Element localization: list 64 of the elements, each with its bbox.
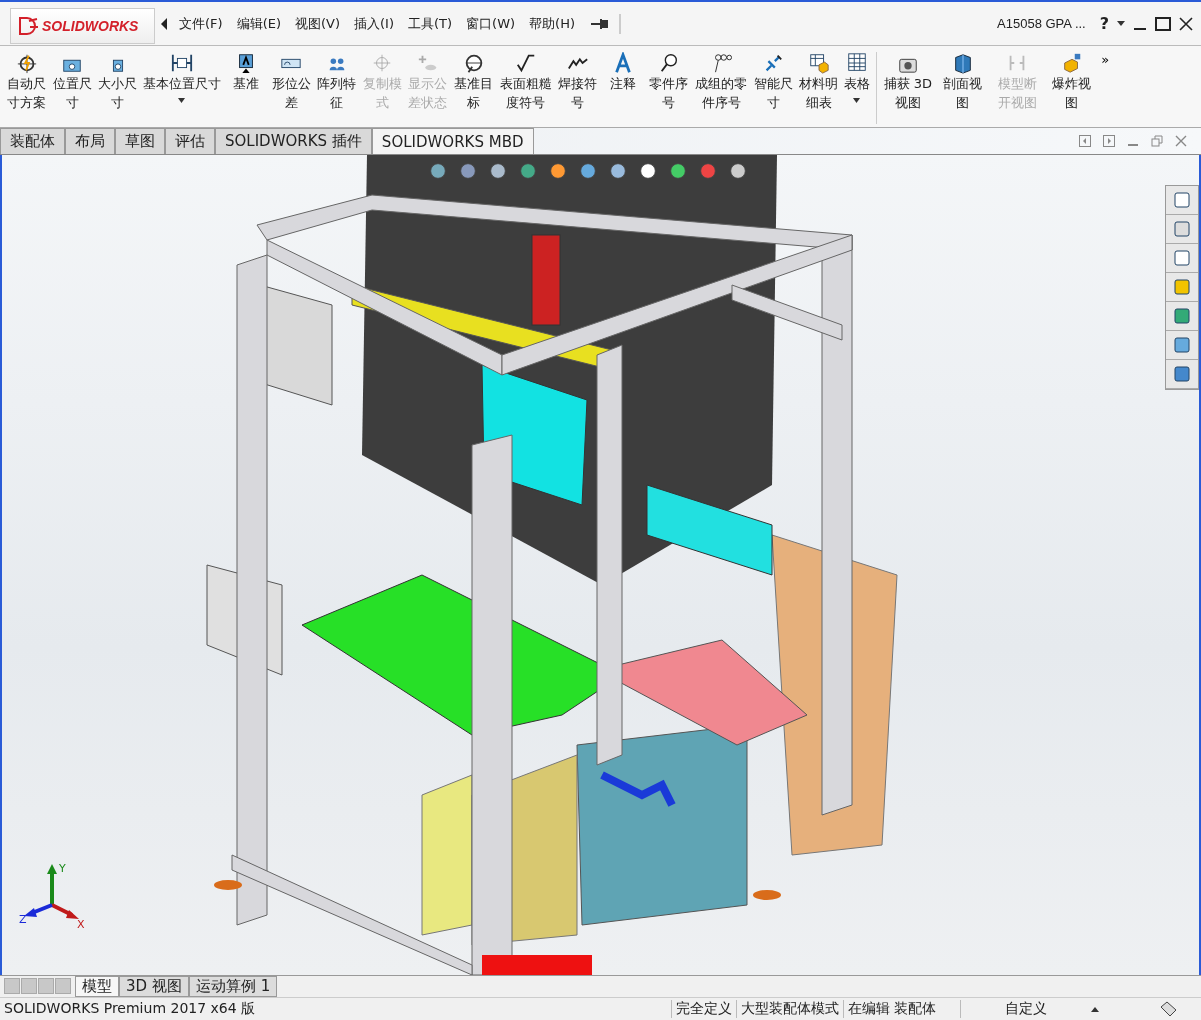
ribbon-button[interactable]: 基准 [222, 52, 269, 93]
status-item: 大型装配体模式 [735, 1000, 843, 1018]
ribbon-button[interactable]: 注释 [600, 52, 647, 93]
command-tab[interactable]: SOLIDWORKS MBD [371, 128, 534, 154]
maximize-icon[interactable] [1155, 16, 1171, 31]
logo-text: SOLIDWORKS [42, 17, 139, 34]
axis-triad-drawing: Y Z X [17, 860, 87, 930]
tool-icon [807, 52, 830, 74]
command-tab[interactable]: 草图 [115, 128, 165, 154]
ribbon-button[interactable]: 基本位置尺寸 [140, 52, 223, 103]
dropdown-caret-icon[interactable] [1117, 20, 1125, 27]
app-logo[interactable]: SOLIDWORKS [10, 7, 155, 44]
ribbon-button[interactable]: 基准目标 [450, 52, 497, 112]
menu-item[interactable]: 工具(T) [402, 11, 459, 36]
ribbon-button[interactable]: 表面粗糙度符号 [496, 52, 555, 112]
close-icon[interactable] [1179, 16, 1193, 31]
caret-icon[interactable] [178, 98, 186, 103]
menu-item[interactable]: 文件(F) [173, 11, 229, 36]
pin-icon[interactable] [589, 13, 622, 34]
tag-icon[interactable] [1159, 1001, 1177, 1017]
status-item: 在编辑 装配体 [842, 1000, 940, 1018]
units-selector[interactable]: 自定义 [960, 1000, 1091, 1018]
ribbon-button[interactable]: 材料明细表 [795, 52, 842, 112]
ds-logo-icon [17, 14, 39, 37]
overflow-button[interactable]: » [1099, 52, 1112, 67]
collapse-arrow-icon[interactable] [159, 16, 169, 31]
view-tab[interactable]: 3D 视图 [119, 976, 189, 997]
ribbon-button[interactable]: 焊接符号 [554, 52, 601, 112]
view-tab[interactable]: 运动算例 1 [188, 976, 278, 997]
ribbon-button[interactable]: 自动尺寸方案 [4, 52, 50, 112]
command-tab[interactable]: SOLIDWORKS 插件 [215, 128, 372, 154]
view-tab[interactable]: 模型 [75, 976, 119, 997]
ribbon-button[interactable]: 智能尺寸 [750, 52, 796, 112]
ribbon-button[interactable]: 大小尺寸 [95, 52, 141, 112]
document-title: A15058 GPA ... [997, 16, 1086, 31]
menu-item[interactable]: 窗口(W) [460, 11, 522, 36]
ribbon-button[interactable]: 阵列特征 [313, 52, 360, 112]
tool-icon [514, 52, 537, 74]
menu-item[interactable]: 插入(I) [348, 11, 400, 36]
panel-left-icon[interactable] [1079, 135, 1091, 147]
ribbon-button[interactable]: 表格 [841, 52, 872, 103]
caret-up-icon[interactable] [1091, 1006, 1099, 1012]
menu-item[interactable]: 视图(V) [289, 11, 347, 36]
ribbon-button[interactable]: 捕获 3D视图 [880, 52, 936, 112]
command-tab[interactable]: 装配体 [0, 128, 65, 154]
help-button[interactable]: ? [1099, 14, 1109, 33]
command-tab[interactable]: 布局 [65, 128, 115, 154]
menu-item[interactable]: 帮助(H) [523, 11, 582, 36]
panel-right-icon[interactable] [1103, 135, 1115, 147]
ribbon-button[interactable]: 形位公差 [268, 52, 314, 112]
menu-item[interactable]: 编辑(E) [230, 11, 287, 36]
product-version: SOLIDWORKS Premium 2017 x64 版 [4, 1000, 256, 1018]
tool-icon [15, 52, 38, 74]
ribbon-button[interactable]: 爆炸视图 [1044, 52, 1100, 112]
tool-icon [170, 52, 193, 74]
restore-icon[interactable] [1151, 135, 1163, 147]
ribbon-button[interactable]: 成组的零件序号 [691, 52, 751, 112]
ribbon-button[interactable]: 位置尺寸 [49, 52, 96, 112]
caret-icon[interactable] [853, 98, 860, 103]
tool-icon [845, 52, 868, 74]
ribbon-button[interactable]: 剖面视图 [935, 52, 990, 112]
status-item: 完全定义 [670, 1000, 736, 1018]
command-tab[interactable]: 评估 [165, 128, 215, 154]
ribbon-button[interactable]: 零件序号 [646, 52, 692, 112]
